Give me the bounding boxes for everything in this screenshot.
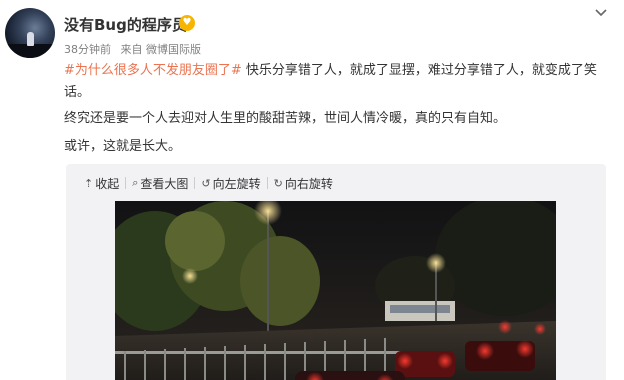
rotate-right-label: 向右旋转 [284,176,333,191]
rotate-left-icon: ↺ [201,176,211,190]
rotate-right-button[interactable]: ↻ 向右旋转 [274,175,333,192]
post-text-paragraph-2: 终究还是要一个人去迎对人生里的酸甜苦辣，世间人情冷暖，真的只有自知。 [64,111,507,126]
media-toolbar: ⇡ 收起 ⌕ 查看大图 ↺ 向左旋转 ↻ 向右旋转 [84,174,333,192]
toolbar-divider [194,177,196,189]
toolbar-divider [125,177,127,189]
post-meta: 38分钟前 来自 微博国际版 [64,41,207,57]
weibo-post: 没有Bug的程序员 ♥ 38分钟前 来自 微博国际版 #为什么很多人不发朋友圈了… [0,0,624,380]
author-name[interactable]: 没有Bug的程序员 [64,14,187,35]
rotate-left-label: 向左旋转 [212,176,261,191]
avatar[interactable] [5,8,55,58]
collapse-icon: ⇡ [84,176,94,190]
rotate-right-icon: ↻ [273,176,283,190]
collapse-label: 收起 [95,176,120,191]
view-large-button[interactable]: ⌕ 查看大图 [132,175,188,192]
post-text-paragraph-3: 或许，这就是长大。 [64,139,182,154]
toolbar-divider [266,177,268,189]
heart-eyes-emoji-icon: ♥ [179,15,195,31]
post-text-paragraph-1: #为什么很多人不发朋友圈了# 快乐分享错了人，就成了显摆，难过分享错了人，就变成… [64,60,609,104]
search-icon: ⌕ [132,176,139,189]
view-large-label: 查看大图 [140,176,189,191]
post-time[interactable]: 38分钟前 [64,43,111,56]
chevron-down-icon[interactable] [593,4,609,20]
rotate-left-button[interactable]: ↺ 向左旋转 [201,175,260,192]
post-source: 来自 微博国际版 [120,43,202,56]
night-street-photo[interactable] [115,201,556,380]
avatar-figure [27,32,34,46]
topic-link[interactable]: #为什么很多人不发朋友圈了# [64,63,242,78]
avatar-ground [5,44,55,58]
collapse-button[interactable]: ⇡ 收起 [84,175,119,192]
media-card: ⇡ 收起 ⌕ 查看大图 ↺ 向左旋转 ↻ 向右旋转 [66,164,606,380]
